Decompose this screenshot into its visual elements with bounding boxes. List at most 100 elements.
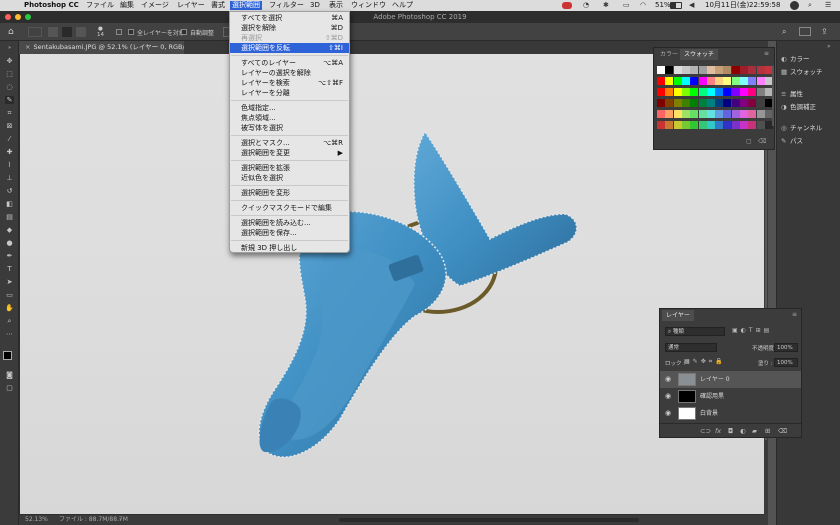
layer-row-0[interactable]: ◉ レイヤー 0	[660, 371, 801, 388]
share-icon[interactable]: ⇪	[821, 27, 828, 36]
fill-field[interactable]: 100%	[774, 358, 798, 367]
move-tool-icon[interactable]: ✥	[5, 57, 14, 65]
swatch[interactable]	[665, 99, 674, 107]
more-tools-icon[interactable]: ⋯	[5, 330, 14, 338]
swatch[interactable]	[723, 99, 732, 107]
menu-file[interactable]: ファイル	[86, 1, 114, 10]
swatch[interactable]	[731, 121, 740, 129]
layer-filter-kind[interactable]: ⌕ 種類	[665, 327, 725, 336]
swatch[interactable]	[706, 77, 715, 85]
delete-swatch-icon[interactable]: ⌫	[758, 138, 766, 145]
swatch[interactable]	[740, 77, 748, 85]
dock-item-properties[interactable]: ≡ 属性	[781, 89, 803, 99]
dock-collapse-icon[interactable]: »	[827, 43, 831, 50]
swatch[interactable]	[706, 66, 715, 74]
battery-icon[interactable]	[670, 2, 682, 9]
menu-item[interactable]: すべてを選択 ⌘A	[230, 13, 349, 23]
menubar-date[interactable]: 10月11日(金)	[705, 1, 749, 10]
trash-icon[interactable]: ⌫	[778, 424, 787, 438]
swatch[interactable]	[748, 77, 757, 85]
visibility-eye-icon[interactable]: ◉	[665, 409, 671, 417]
marquee-tool-icon[interactable]: ⬚	[5, 70, 14, 78]
status-icon[interactable]: ◔	[583, 1, 589, 9]
swatch[interactable]	[723, 77, 732, 85]
swatch-scrollbar[interactable]	[772, 66, 774, 126]
add-selection-icon[interactable]	[62, 27, 72, 37]
brush-tool-icon[interactable]: ⌇	[5, 161, 14, 169]
menu-select[interactable]: 選択範囲	[230, 1, 262, 10]
layers-panel-menu-icon[interactable]: ≡	[792, 311, 797, 318]
group-icon[interactable]: ▰	[752, 424, 757, 438]
menu-3d[interactable]: 3D	[310, 1, 320, 10]
healing-brush-tool-icon[interactable]: ✚	[5, 148, 14, 156]
dock-item-color[interactable]: ◐ カラー	[781, 54, 810, 64]
swatch[interactable]	[756, 99, 765, 107]
tab-swatches[interactable]: スウォッチ	[680, 49, 719, 60]
swatch[interactable]	[657, 99, 665, 107]
swatch[interactable]	[748, 88, 757, 96]
layer-row-1[interactable]: ◉ 確認用黒	[660, 388, 801, 405]
swatch[interactable]	[698, 121, 707, 129]
dock-item-paths[interactable]: ✎ パス	[781, 136, 803, 146]
swatch[interactable]	[740, 88, 748, 96]
control-center-icon[interactable]: ☰	[825, 1, 831, 9]
menu-item[interactable]: 新規 3D 押し出し	[230, 243, 349, 253]
eraser-tool-icon[interactable]: ◧	[5, 200, 14, 208]
new-swatch-icon[interactable]: ▢	[746, 138, 752, 145]
foreground-color-swatch[interactable]	[3, 351, 12, 360]
clone-stamp-tool-icon[interactable]: ⊥	[5, 174, 14, 182]
zoom-tool-icon[interactable]: ⌕	[5, 317, 14, 325]
tool-preset-picker[interactable]	[28, 27, 42, 37]
menu-image[interactable]: イメージ	[141, 1, 169, 10]
menu-item[interactable]: レイヤーを検索 ⌥⇧⌘F	[230, 78, 349, 88]
menu-edit[interactable]: 編集	[120, 1, 134, 10]
menu-item[interactable]: 選択範囲を拡張	[230, 163, 349, 173]
swatch[interactable]	[665, 110, 674, 118]
swatch[interactable]	[657, 110, 665, 118]
swatch[interactable]	[715, 88, 724, 96]
menu-window[interactable]: ウィンドウ	[351, 1, 386, 10]
menu-item[interactable]: クイックマスクモードで編集	[230, 203, 349, 213]
adjustment-icon[interactable]: ◐	[740, 424, 746, 438]
swatch[interactable]	[731, 66, 740, 74]
sound-icon[interactable]: ◀	[689, 1, 694, 9]
dodge-tool-icon[interactable]: ●	[5, 239, 14, 247]
swatch[interactable]	[748, 121, 757, 129]
bluetooth-icon[interactable]: ✱	[603, 1, 609, 9]
frame-tool-icon[interactable]: ⊠	[5, 122, 14, 130]
tab-layers[interactable]: レイヤー	[662, 310, 694, 321]
swatch[interactable]	[698, 66, 707, 74]
swatch[interactable]	[673, 110, 682, 118]
user-avatar[interactable]	[790, 1, 799, 10]
blur-tool-icon[interactable]: ◆	[5, 226, 14, 234]
screen-mode-icon[interactable]: ▢	[5, 384, 14, 392]
menu-help[interactable]: ヘルプ	[392, 1, 413, 10]
swatch[interactable]	[665, 121, 674, 129]
menu-item[interactable]: 近似色を選択	[230, 173, 349, 183]
swatch[interactable]	[740, 99, 748, 107]
new-selection-icon[interactable]	[48, 27, 58, 37]
status-arrow-icon[interactable]: ›	[119, 515, 121, 525]
menu-layer[interactable]: レイヤー	[177, 1, 205, 10]
menu-item[interactable]: レイヤーを分離	[230, 88, 349, 98]
zoom-window-button[interactable]	[25, 14, 31, 20]
swatch[interactable]	[698, 77, 707, 85]
quick-mask-icon[interactable]: ◙	[5, 371, 14, 379]
panel-menu-icon[interactable]: ≡	[764, 50, 769, 57]
history-brush-tool-icon[interactable]: ↺	[5, 187, 14, 195]
swatch[interactable]	[673, 66, 682, 74]
swatch[interactable]	[665, 88, 674, 96]
link-icon[interactable]: ⊂⊃	[700, 424, 711, 438]
document-tab[interactable]: × Sentakubasami.JPG @ 52.1% (レイヤー 0, RGB/…	[19, 41, 184, 54]
swatch[interactable]	[673, 88, 682, 96]
menubar-time[interactable]: 22:59:58	[749, 1, 780, 10]
menu-item[interactable]: 選択範囲を変形	[230, 188, 349, 198]
swatch[interactable]	[731, 110, 740, 118]
swatch[interactable]	[706, 99, 715, 107]
swatch[interactable]	[731, 99, 740, 107]
swatch[interactable]	[731, 88, 740, 96]
swatch[interactable]	[756, 110, 765, 118]
swatch[interactable]	[690, 121, 699, 129]
menu-item[interactable]: 選択範囲を保存...	[230, 228, 349, 238]
crop-tool-icon[interactable]: ⌗	[5, 109, 14, 117]
